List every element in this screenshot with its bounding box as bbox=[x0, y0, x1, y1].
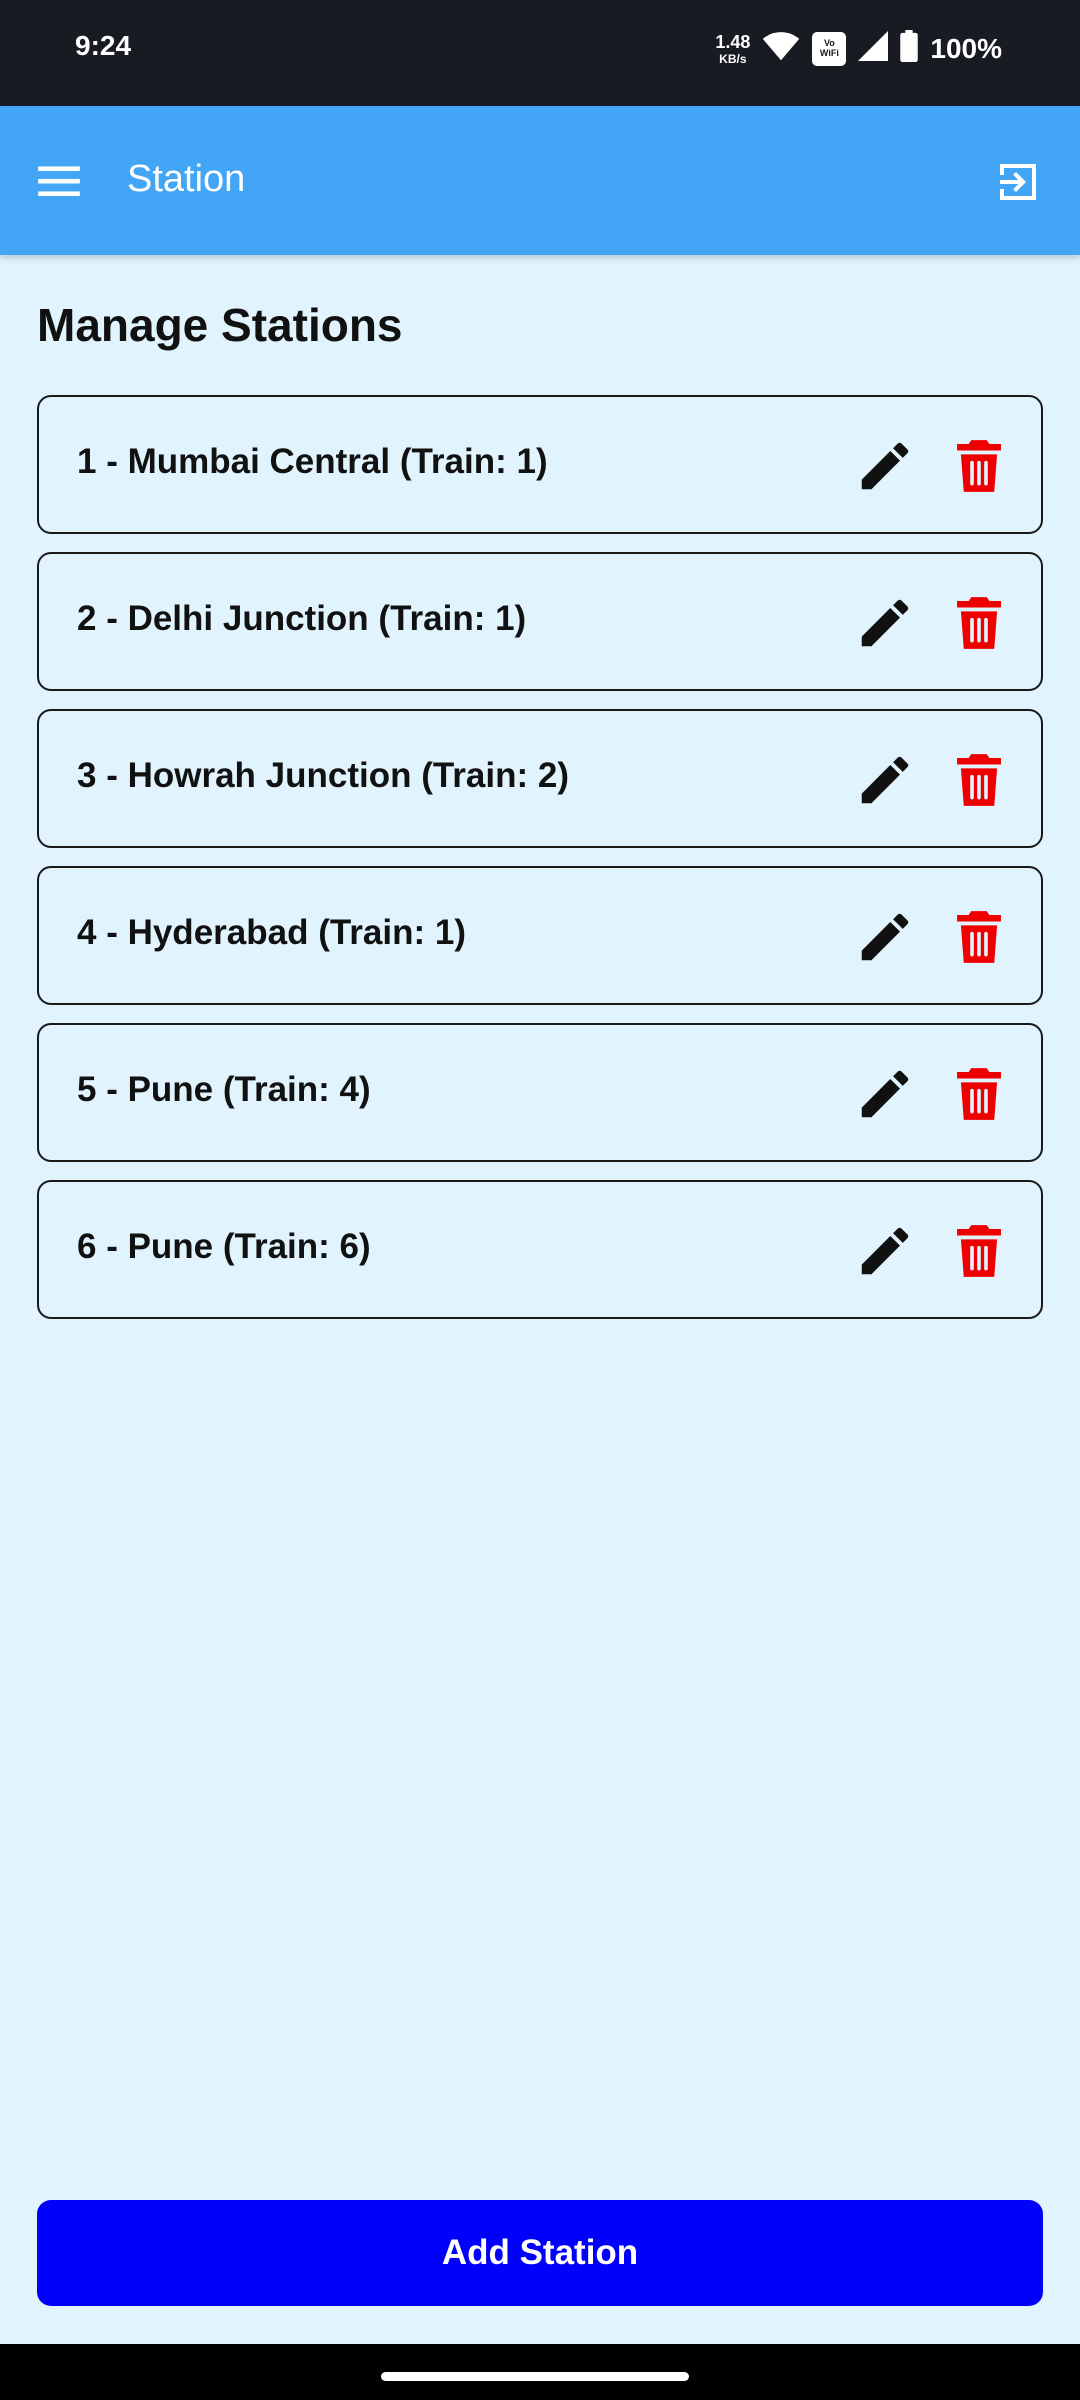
trash-icon bbox=[957, 911, 1001, 963]
station-card: 6 - Pune (Train: 6) bbox=[37, 1180, 1043, 1319]
station-label: 1 - Mumbai Central (Train: 1) bbox=[77, 442, 548, 481]
add-station-button[interactable]: Add Station bbox=[37, 2200, 1043, 2306]
station-list: 1 - Mumbai Central (Train: 1) 2 - Delhi … bbox=[37, 395, 1043, 1337]
delete-station-button[interactable] bbox=[948, 906, 1010, 968]
pencil-icon bbox=[861, 442, 909, 490]
pencil-icon bbox=[861, 1070, 909, 1118]
pencil-icon bbox=[861, 913, 909, 961]
trash-icon bbox=[957, 597, 1001, 649]
trash-icon bbox=[957, 1225, 1001, 1277]
menu-icon bbox=[38, 166, 80, 196]
network-speed-unit: KB/s bbox=[719, 51, 747, 66]
station-card: 4 - Hyderabad (Train: 1) bbox=[37, 866, 1043, 1005]
app-bar-title: Station bbox=[127, 158, 246, 200]
trash-icon bbox=[957, 754, 1001, 806]
trash-icon bbox=[957, 440, 1001, 492]
app-bar: Station bbox=[0, 106, 1080, 255]
station-card: 1 - Mumbai Central (Train: 1) bbox=[37, 395, 1043, 534]
status-bar: 9:24 1.48 KB/s Vo WiFi 100% bbox=[0, 0, 1080, 106]
edit-station-button[interactable] bbox=[854, 592, 916, 654]
logout-icon bbox=[1000, 164, 1036, 200]
station-label: 6 - Pune (Train: 6) bbox=[77, 1227, 371, 1266]
battery-icon bbox=[900, 30, 919, 67]
edit-station-button[interactable] bbox=[854, 1220, 916, 1282]
menu-button[interactable] bbox=[34, 156, 84, 206]
delete-station-button[interactable] bbox=[948, 1220, 1010, 1282]
edit-station-button[interactable] bbox=[854, 435, 916, 497]
station-card: 3 - Howrah Junction (Train: 2) bbox=[37, 709, 1043, 848]
edit-station-button[interactable] bbox=[854, 1063, 916, 1125]
station-label: 2 - Delhi Junction (Train: 1) bbox=[77, 599, 527, 638]
pencil-icon bbox=[861, 756, 909, 804]
delete-station-button[interactable] bbox=[948, 435, 1010, 497]
station-label: 4 - Hyderabad (Train: 1) bbox=[77, 913, 466, 952]
vowifi-bottom-text: WiFi bbox=[819, 47, 839, 58]
delete-station-button[interactable] bbox=[948, 749, 1010, 811]
network-speed-value: 1.48 bbox=[715, 31, 751, 52]
delete-station-button[interactable] bbox=[948, 1063, 1010, 1125]
signal-icon bbox=[858, 31, 889, 66]
navigation-bar bbox=[0, 2344, 1080, 2400]
edit-station-button[interactable] bbox=[854, 749, 916, 811]
station-card: 2 - Delhi Junction (Train: 1) bbox=[37, 552, 1043, 691]
pencil-icon bbox=[861, 599, 909, 647]
network-speed: 1.48 KB/s bbox=[715, 33, 750, 65]
page-title: Manage Stations bbox=[37, 299, 403, 351]
delete-station-button[interactable] bbox=[948, 592, 1010, 654]
logout-button[interactable] bbox=[994, 158, 1042, 206]
status-icons: 1.48 KB/s Vo WiFi 100% bbox=[715, 30, 1002, 67]
wifi-icon bbox=[762, 30, 800, 67]
edit-station-button[interactable] bbox=[854, 906, 916, 968]
status-time: 9:24 bbox=[75, 30, 132, 61]
station-label: 5 - Pune (Train: 4) bbox=[77, 1070, 371, 1109]
vowifi-icon: Vo WiFi bbox=[812, 31, 847, 66]
trash-icon bbox=[957, 1068, 1001, 1120]
station-label: 3 - Howrah Junction (Train: 2) bbox=[77, 756, 569, 795]
home-indicator[interactable] bbox=[381, 2372, 689, 2381]
pencil-icon bbox=[861, 1227, 909, 1275]
station-card: 5 - Pune (Train: 4) bbox=[37, 1023, 1043, 1162]
battery-percent: 100% bbox=[930, 32, 1002, 64]
